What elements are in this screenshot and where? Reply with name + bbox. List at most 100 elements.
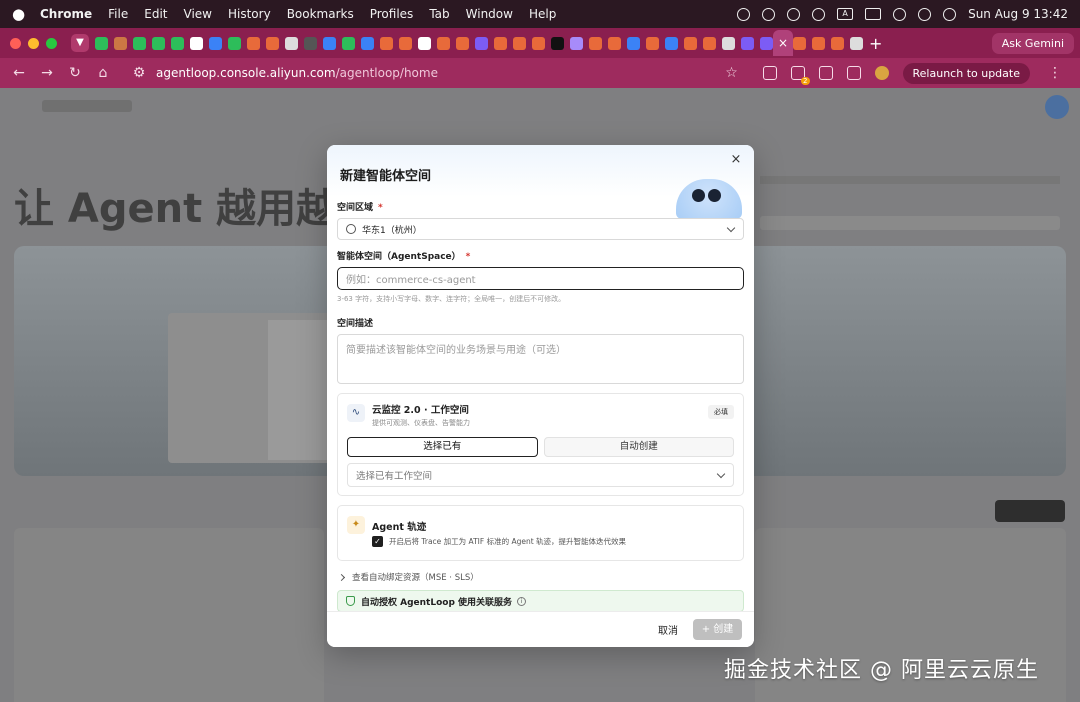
option-select-existing[interactable]: 选择已有 (347, 437, 538, 457)
puzzle-extensions-icon[interactable] (846, 66, 861, 80)
more-menu-icon[interactable]: ⋮ (1044, 65, 1066, 81)
tab-favicon[interactable] (171, 36, 184, 50)
cast-icon[interactable] (818, 66, 833, 80)
trace-checkbox[interactable]: ✓ (372, 536, 383, 547)
tab-favicon[interactable] (304, 36, 317, 50)
tab-favicon[interactable] (665, 36, 678, 50)
menu-file[interactable]: File (108, 7, 128, 21)
reload-icon[interactable]: ↻ (64, 65, 86, 81)
tab-favicon[interactable] (608, 36, 621, 50)
tab-favicon[interactable] (741, 36, 754, 50)
tab-favicon[interactable] (418, 36, 431, 50)
bookmark-star-icon[interactable]: ☆ (721, 65, 743, 81)
wifi-icon[interactable] (893, 7, 907, 21)
tab-favicon[interactable] (760, 36, 773, 50)
home-icon[interactable]: ⌂ (92, 65, 114, 81)
record-icon[interactable] (737, 7, 751, 21)
menu-bookmarks[interactable]: Bookmarks (287, 7, 354, 21)
tab-favicon[interactable] (95, 36, 108, 50)
auto-auth-text: 自动授权 AgentLoop 使用关联服务 (361, 597, 513, 608)
keyboard-input-icon[interactable]: A (837, 8, 854, 20)
control-center-icon[interactable] (943, 7, 957, 21)
profile-avatar[interactable] (874, 66, 889, 80)
tab-favicon[interactable] (494, 36, 507, 50)
back-icon[interactable]: ← (8, 65, 30, 81)
dialog-body: 空间区域 * 华东1（杭州） 智能体空间（AgentSpace） * 例如：comm… (337, 200, 744, 612)
tab-favicon[interactable] (228, 36, 241, 50)
menu-tab[interactable]: Tab (429, 7, 449, 21)
menu-app[interactable]: Chrome (40, 7, 92, 21)
active-tab-close-icon[interactable]: × (773, 30, 793, 56)
address-bar[interactable]: ⚙ agentloop.console.aliyun.com/agentloop… (128, 65, 438, 81)
menu-help[interactable]: Help (529, 7, 556, 21)
minimize-window-icon[interactable] (28, 37, 39, 49)
tab-favicon[interactable] (793, 36, 806, 50)
menu-view[interactable]: View (184, 7, 212, 21)
tab-favicon[interactable] (703, 36, 716, 50)
expander-label: 查看自动绑定资源（MSE · SLS） (352, 573, 479, 583)
sync-icon[interactable] (762, 7, 776, 21)
tab-favicon[interactable] (209, 36, 222, 50)
tab-favicon[interactable] (437, 36, 450, 50)
tab-favicon[interactable] (190, 36, 203, 50)
tab-search-chevron-icon[interactable]: ▼ (71, 34, 89, 52)
workspace-select[interactable]: 选择已有工作空间 (347, 463, 734, 487)
x-logo-icon[interactable] (551, 36, 564, 50)
tab-favicon[interactable] (380, 36, 393, 50)
tab-favicon[interactable] (722, 36, 735, 50)
new-tab-button[interactable]: + (869, 34, 882, 53)
tab-favicon[interactable] (646, 36, 659, 50)
apple-icon[interactable]: ● (12, 6, 26, 22)
extension-icon[interactable] (762, 66, 777, 80)
menu-window[interactable]: Window (466, 7, 513, 21)
tab-favicon[interactable] (513, 36, 526, 50)
menu-profiles[interactable]: Profiles (370, 7, 414, 21)
tab-favicon[interactable] (589, 36, 602, 50)
tab-favicon[interactable] (285, 36, 298, 50)
tab-favicon[interactable] (323, 36, 336, 50)
zoom-window-icon[interactable] (46, 37, 57, 49)
tab-favicon[interactable] (684, 36, 697, 50)
extension-badge-icon[interactable]: 2 (790, 66, 810, 85)
ask-gemini-button[interactable]: Ask Gemini (991, 32, 1074, 54)
tab-favicon[interactable] (475, 36, 488, 50)
menubar-clock[interactable]: Sun Aug 9 13:42 (968, 7, 1068, 21)
bluetooth-icon[interactable] (787, 7, 801, 21)
tab-favicon[interactable] (627, 36, 640, 50)
bound-resources-expander[interactable]: 查看自动绑定资源（MSE · SLS） (337, 571, 744, 583)
menu-edit[interactable]: Edit (144, 7, 167, 21)
hero-description (760, 176, 1060, 184)
region-select[interactable]: 华东1（杭州） (337, 218, 744, 240)
agentspace-name-input[interactable]: 例如：commerce-cs-agent (337, 267, 744, 290)
close-icon[interactable]: × (728, 152, 744, 168)
tab-favicon[interactable] (114, 36, 127, 50)
tab-favicon[interactable] (532, 36, 545, 50)
create-button[interactable]: + 创建 (693, 619, 742, 640)
cancel-button[interactable]: 取消 (658, 622, 678, 637)
tab-favicon[interactable] (361, 36, 374, 50)
tab-favicon[interactable] (133, 36, 146, 50)
info-icon[interactable]: i (517, 596, 527, 606)
tab-favicon[interactable] (152, 36, 165, 50)
forward-icon[interactable]: → (36, 65, 58, 81)
tab-favicon[interactable] (342, 36, 355, 50)
extension-badge-count: 2 (801, 77, 810, 85)
battery-icon[interactable] (865, 8, 882, 20)
tab-favicon[interactable] (831, 36, 844, 50)
moon-icon[interactable] (812, 7, 826, 21)
relaunch-button[interactable]: Relaunch to update (902, 62, 1030, 84)
tab-favicon[interactable] (266, 36, 279, 50)
option-auto-create[interactable]: 自动创建 (543, 437, 734, 457)
tab-favicon[interactable] (399, 36, 412, 50)
tab-favicon[interactable] (456, 36, 469, 50)
description-textarea[interactable]: 简要描述该智能体空间的业务场景与用途（可选） (337, 334, 744, 384)
close-window-icon[interactable] (10, 37, 21, 49)
url-path: /agentloop/home (335, 66, 438, 80)
tab-favicon[interactable] (812, 36, 825, 50)
tab-favicon[interactable] (247, 36, 260, 50)
menu-history[interactable]: History (228, 7, 271, 21)
site-info-icon[interactable]: ⚙ (128, 65, 150, 81)
tab-favicon[interactable] (570, 36, 583, 50)
search-icon[interactable] (918, 7, 932, 21)
tab-favicon[interactable] (850, 36, 863, 50)
